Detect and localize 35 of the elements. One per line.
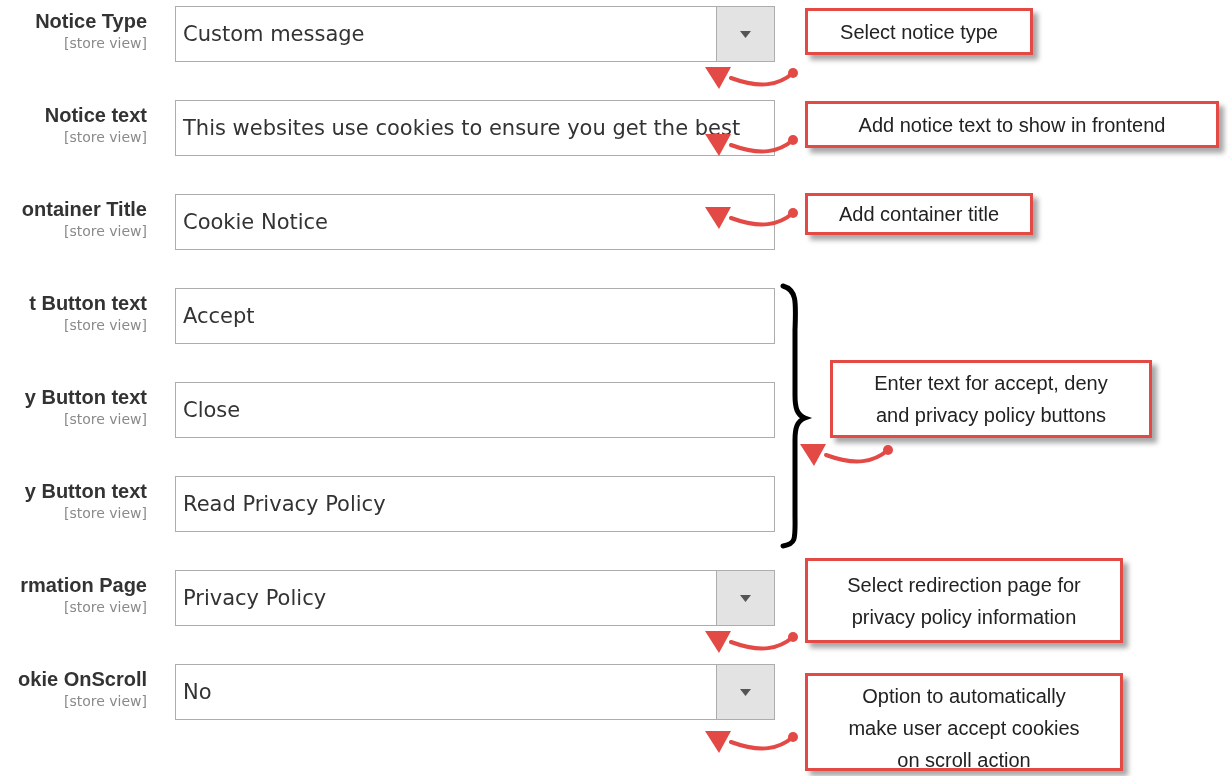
scope-label: [store view]: [63, 316, 147, 334]
scope-label: [store view]: [63, 504, 147, 522]
field-label: ontainer Title: [21, 197, 147, 222]
select-field[interactable]: Privacy Policy: [175, 570, 775, 626]
callout-text: Add container title: [838, 202, 1000, 227]
dropdown-button[interactable]: [716, 7, 774, 61]
callout-text: Select redirection page for privacy policy information: [847, 572, 1081, 630]
field-label: t Button text: [29, 291, 147, 316]
scope-label: [store view]: [63, 128, 147, 146]
text-field[interactable]: Accept: [175, 288, 775, 344]
field-label: Notice text: [44, 103, 147, 128]
caret-icon: [740, 30, 751, 38]
callout-text: Enter text for accept, deny and privacy policy buttons: [874, 371, 1108, 428]
callout-text: Option to automatically make user accept cookies on scroll action: [848, 684, 1080, 773]
callout-text: Select notice type: [840, 19, 998, 45]
select-field[interactable]: No: [175, 664, 775, 720]
field-label: y Button text: [24, 385, 147, 410]
scope-label: [store view]: [63, 34, 147, 52]
field-label: Notice Type: [35, 9, 147, 34]
callout-text: Add notice text to show in frontend: [858, 112, 1166, 138]
field-label: okie OnScroll: [18, 667, 147, 692]
select-field[interactable]: Custom message: [175, 6, 775, 62]
scope-label: [store view]: [63, 692, 147, 710]
scope-label: [store view]: [63, 222, 147, 240]
scope-label: [store view]: [63, 598, 147, 616]
scope-label: [store view]: [63, 410, 147, 428]
text-field[interactable]: Read Privacy Policy: [175, 476, 775, 532]
field-label: y Button text: [24, 479, 147, 504]
text-field[interactable]: Cookie Notice: [175, 194, 775, 250]
field-label: rmation Page: [20, 573, 147, 598]
dropdown-button[interactable]: [716, 571, 774, 625]
caret-icon: [740, 594, 751, 602]
caret-icon: [740, 688, 751, 696]
text-field[interactable]: Close: [175, 382, 775, 438]
dropdown-button[interactable]: [716, 665, 774, 719]
